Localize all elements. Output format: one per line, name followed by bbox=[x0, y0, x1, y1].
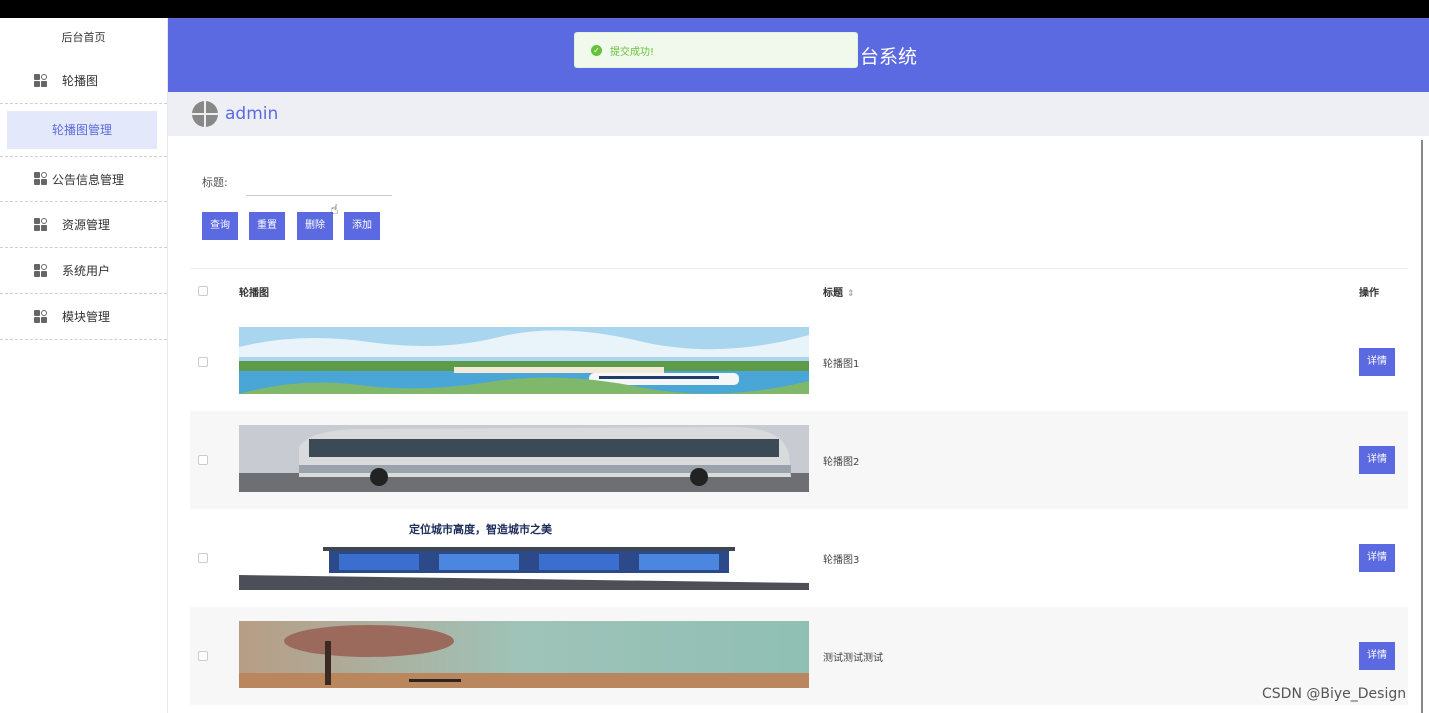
detail-button[interactable]: 详情 bbox=[1359, 642, 1395, 670]
reset-button[interactable]: 重置 bbox=[249, 212, 285, 240]
sidebar-item-modules[interactable]: 模块管理 bbox=[0, 294, 167, 340]
grid-icon bbox=[34, 263, 48, 278]
check-circle-icon: ✓ bbox=[591, 44, 602, 56]
carousel-image-cell: 定位城市高度，智造城市之美 bbox=[239, 522, 809, 593]
carousel-image-cell bbox=[239, 621, 809, 691]
select-all-checkbox[interactable] bbox=[198, 286, 208, 296]
grid-icon bbox=[34, 309, 48, 324]
sidebar-item-label: 模块管理 bbox=[62, 310, 111, 324]
avatar[interactable] bbox=[192, 101, 218, 127]
query-button[interactable]: 查询 bbox=[202, 212, 238, 240]
sidebar-subitem-carousel-manage[interactable]: 轮播图管理 bbox=[7, 111, 157, 149]
grid-icon bbox=[34, 217, 48, 232]
username[interactable]: admin bbox=[225, 104, 278, 124]
app-title: 台系统 bbox=[860, 46, 918, 68]
delete-button[interactable]: 删除 bbox=[297, 212, 333, 240]
grid-icon bbox=[34, 172, 48, 186]
sort-icon[interactable]: ⇕ bbox=[847, 289, 855, 299]
sidebar-item-users[interactable]: 系统用户 bbox=[0, 248, 167, 294]
app-frame: 后台首页 轮播图 轮播图管理 公告信息管理 资源管理 系统用户 模块管理 ✓ 提… bbox=[0, 18, 1429, 713]
detail-button[interactable]: 详情 bbox=[1359, 446, 1395, 474]
detail-button[interactable]: 详情 bbox=[1359, 348, 1395, 376]
search-label: 标题: bbox=[202, 176, 228, 189]
toast-message: 提交成功! bbox=[610, 46, 655, 58]
table-row: 轮播图2 详情 bbox=[190, 411, 1408, 509]
carousel-image-cell bbox=[239, 425, 809, 495]
hand-cursor-icon: ☝ bbox=[330, 202, 339, 218]
row-title: 轮播图3 bbox=[823, 554, 860, 566]
column-header-image: 轮播图 bbox=[239, 287, 269, 299]
carousel-image[interactable] bbox=[239, 425, 809, 492]
column-header-title-label: 标题 bbox=[823, 287, 843, 299]
column-header-action: 操作 bbox=[1359, 287, 1379, 299]
row-checkbox[interactable] bbox=[198, 455, 208, 465]
carousel-image[interactable] bbox=[239, 621, 809, 688]
row-checkbox[interactable] bbox=[198, 651, 208, 661]
carousel-image-caption: 定位城市高度，智造城市之美 bbox=[409, 523, 553, 536]
table-row: 定位城市高度，智造城市之美 轮播图3 详情 bbox=[190, 509, 1408, 607]
sidebar-item-carousel[interactable]: 轮播图 bbox=[0, 58, 167, 104]
sidebar-item-notice[interactable]: 公告信息管理 bbox=[0, 156, 167, 202]
carousel-image-cell bbox=[239, 327, 809, 397]
title-search-input[interactable] bbox=[246, 166, 392, 196]
main-content: 标题: 查询 重置 删除 添加 ☝ 轮播图 标题 ⇕ 操作 轮播图1 详情 轮播… bbox=[176, 140, 1423, 713]
grid-icon bbox=[34, 73, 48, 88]
row-checkbox[interactable] bbox=[198, 553, 208, 563]
sidebar-item-label: 系统用户 bbox=[62, 264, 111, 278]
row-title: 轮播图2 bbox=[823, 456, 860, 468]
carousel-image[interactable] bbox=[239, 327, 809, 394]
watermark: CSDN @Biye_Design bbox=[1262, 686, 1407, 702]
table-header: 轮播图 标题 ⇕ 操作 bbox=[190, 269, 1408, 313]
table-row: 测试测试测试 详情 bbox=[190, 607, 1408, 705]
row-checkbox[interactable] bbox=[198, 357, 208, 367]
sidebar-item-resources[interactable]: 资源管理 bbox=[0, 202, 167, 248]
sidebar-home-link[interactable]: 后台首页 bbox=[0, 18, 167, 58]
success-toast: ✓ 提交成功! bbox=[574, 32, 858, 68]
carousel-image[interactable]: 定位城市高度，智造城市之美 bbox=[239, 522, 809, 590]
row-title: 轮播图1 bbox=[823, 358, 860, 370]
carousel-table: 轮播图 标题 ⇕ 操作 轮播图1 详情 轮播图2 详情 定位城市高度，智造城市之… bbox=[190, 268, 1408, 705]
sidebar: 后台首页 轮播图 轮播图管理 公告信息管理 资源管理 系统用户 模块管理 bbox=[0, 18, 168, 713]
sidebar-item-label: 资源管理 bbox=[62, 218, 111, 232]
add-button[interactable]: 添加 bbox=[344, 212, 380, 240]
column-header-title[interactable]: 标题 ⇕ bbox=[823, 284, 1343, 299]
table-row: 轮播图1 详情 bbox=[190, 313, 1408, 411]
user-bar: admin bbox=[168, 92, 1429, 136]
top-header: ✓ 提交成功! 台系统 bbox=[168, 18, 1429, 92]
detail-button[interactable]: 详情 bbox=[1359, 544, 1395, 572]
sidebar-item-label: 公告信息管理 bbox=[52, 172, 125, 187]
row-title: 测试测试测试 bbox=[823, 652, 883, 664]
sidebar-item-label: 轮播图 bbox=[62, 74, 99, 88]
